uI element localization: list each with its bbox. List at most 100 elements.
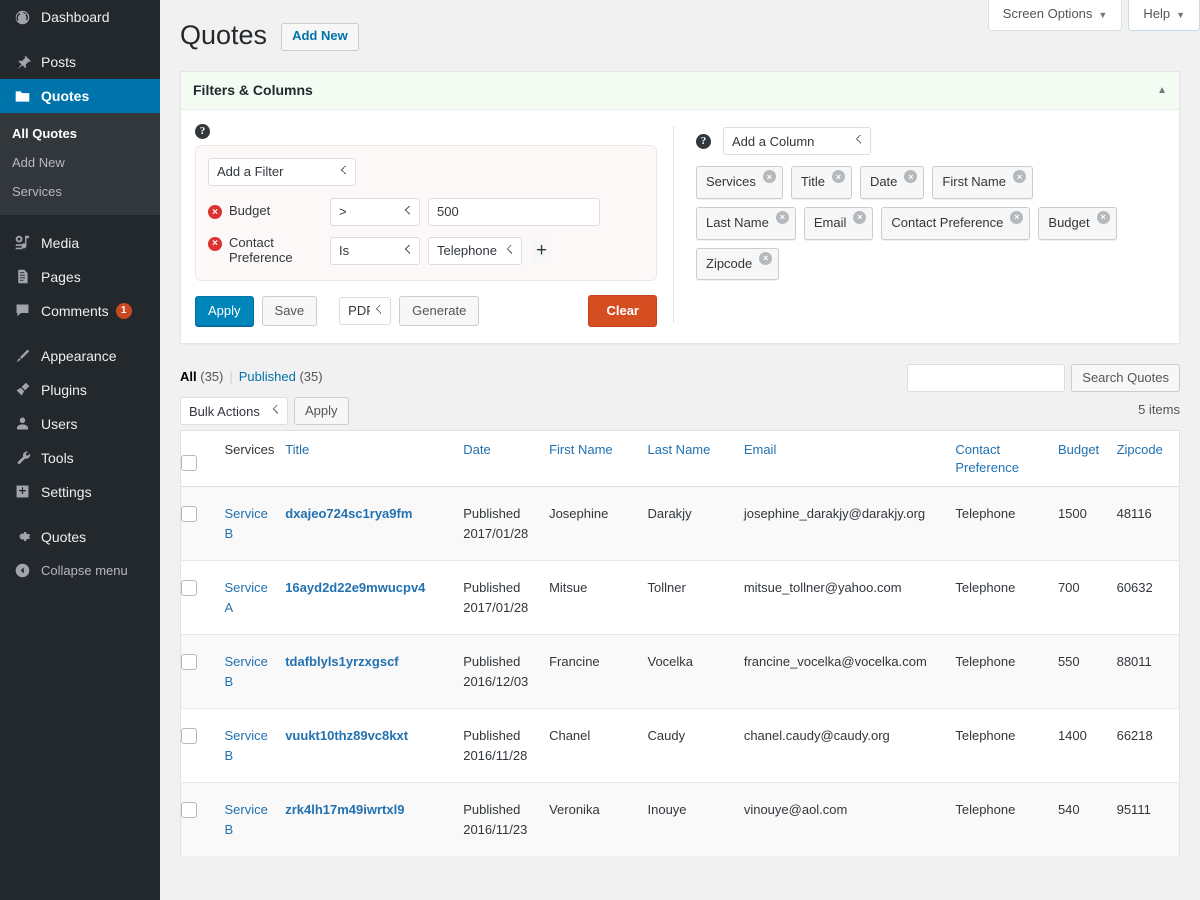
sidebar-item-posts[interactable]: Posts — [0, 45, 160, 79]
column-header-zipcode[interactable]: Zipcode — [1116, 430, 1180, 488]
column-tag[interactable]: Services × — [696, 166, 783, 200]
column-tag[interactable]: Email × — [803, 207, 874, 240]
sidebar-item-quotes[interactable]: Quotes — [0, 79, 168, 113]
search-submit-button[interactable]: Search Quotes — [1071, 364, 1180, 393]
cell-services[interactable]: Service B — [224, 708, 286, 783]
column-tag[interactable]: Last Name × — [696, 207, 796, 240]
column-header-label[interactable]: Contact Preference — [955, 442, 1019, 475]
column-header-contact-preference[interactable]: Contact Preference — [955, 430, 1058, 488]
cell-title-link[interactable]: tdafblyls1yrzxgscf — [285, 654, 398, 669]
row-checkbox[interactable] — [181, 728, 197, 745]
view-label[interactable]: All — [180, 369, 197, 384]
cell-services[interactable]: Service B — [224, 486, 286, 561]
sidebar-item-plugins[interactable]: Plugins — [0, 373, 160, 407]
columns-help-icon[interactable]: ? — [696, 133, 711, 149]
remove-column-icon[interactable]: × — [762, 170, 776, 184]
sidebar-item-appearance[interactable]: Appearance — [0, 339, 160, 373]
cell-services-link[interactable]: Service B — [224, 654, 267, 689]
submenu-item-all-quotes[interactable]: All Quotes — [0, 120, 160, 149]
add-filter-select[interactable]: Add a Filter — [208, 157, 356, 186]
search-input[interactable] — [907, 364, 1066, 393]
cell-title[interactable]: dxajeo724sc1rya9fm — [285, 486, 464, 561]
column-header-title[interactable]: Title — [285, 430, 464, 488]
filters-columns-header[interactable]: Filters & Columns ▲ — [181, 71, 1179, 111]
cell-services-link[interactable]: Service B — [224, 802, 267, 837]
row-checkbox[interactable] — [181, 802, 197, 819]
remove-column-icon[interactable]: × — [1096, 211, 1110, 225]
row-checkbox[interactable] — [181, 654, 197, 671]
view-link-published[interactable]: Published (35) — [239, 364, 323, 390]
remove-column-icon[interactable]: × — [775, 211, 789, 225]
remove-filter-icon[interactable]: × — [208, 236, 222, 251]
cell-services-link[interactable]: Service A — [224, 580, 267, 615]
column-header-last-name[interactable]: Last Name — [647, 430, 744, 488]
column-header-label[interactable]: Zipcode — [1117, 442, 1163, 457]
column-header-date[interactable]: Date — [463, 430, 550, 488]
sidebar-item-settings[interactable]: Settings — [0, 475, 160, 509]
collapse-toggle-icon[interactable]: ▲ — [1157, 85, 1167, 96]
remove-column-icon[interactable]: × — [831, 170, 845, 184]
cell-title[interactable]: zrk4lh17m49iwrtxl9 — [285, 782, 464, 857]
table-row[interactable]: Service B vuukt10thz89vc8kxt Published 2016… — [180, 708, 1180, 783]
view-label[interactable]: Published — [239, 369, 296, 384]
column-tag[interactable]: Date × — [859, 166, 925, 200]
filters-help-icon[interactable]: ? — [195, 123, 210, 139]
sidebar-item-pages[interactable]: Pages — [0, 260, 160, 294]
cell-title[interactable]: tdafblyls1yrzxgscf — [285, 634, 464, 709]
table-row[interactable]: Service B zrk4lh17m49iwrtxl9 Published 2016… — [180, 782, 1180, 857]
cell-services[interactable]: Service B — [224, 634, 286, 709]
export-format-select[interactable]: PDF — [339, 296, 392, 325]
column-header-budget[interactable]: Budget — [1057, 430, 1117, 488]
column-header-label[interactable]: Date — [463, 442, 490, 457]
view-link-all[interactable]: All (35) — [180, 364, 223, 390]
cell-services[interactable]: Service A — [224, 560, 286, 635]
cell-services-link[interactable]: Service B — [224, 506, 267, 541]
cell-title[interactable]: vuukt10thz89vc8kxt — [285, 708, 464, 783]
sidebar-item-quotes-settings[interactable]: Quotes — [0, 520, 160, 554]
sidebar-item-dashboard[interactable]: Dashboard — [0, 0, 160, 34]
table-row[interactable]: Service B dxajeo724sc1rya9fm Published 2017… — [180, 486, 1180, 561]
cell-services[interactable]: Service B — [224, 782, 286, 857]
bulk-apply-button[interactable]: Apply — [294, 396, 349, 426]
cell-services-link[interactable]: Service B — [224, 728, 267, 763]
add-new-button[interactable]: Add New — [281, 23, 359, 51]
column-header-first-name[interactable]: First Name — [549, 430, 648, 488]
column-header-label[interactable]: Last Name — [648, 442, 711, 457]
remove-column-icon[interactable]: × — [853, 211, 867, 225]
column-tag[interactable]: Contact Preference × — [881, 207, 1031, 240]
sidebar-item-comments[interactable]: Comments 1 — [0, 294, 160, 328]
add-filter-row-button[interactable]: + — [532, 239, 552, 263]
sidebar-item-media[interactable]: Media — [0, 226, 160, 260]
save-filters-button[interactable]: Save — [261, 295, 318, 327]
screen-options-button[interactable]: Screen Options ▼ — [987, 0, 1123, 31]
submenu-item-add-new[interactable]: Add New — [0, 149, 160, 178]
column-tag[interactable]: Zipcode × — [696, 247, 780, 281]
help-button[interactable]: Help ▼ — [1128, 0, 1200, 31]
row-checkbox[interactable] — [181, 580, 197, 597]
cell-title-link[interactable]: zrk4lh17m49iwrtxl9 — [285, 802, 404, 817]
remove-column-icon[interactable]: × — [759, 251, 773, 265]
cell-title-link[interactable]: vuukt10thz89vc8kxt — [285, 728, 408, 743]
sidebar-item-users[interactable]: Users — [0, 407, 160, 441]
remove-column-icon[interactable]: × — [904, 170, 918, 184]
column-header-label[interactable]: Email — [744, 442, 777, 457]
table-row[interactable]: Service B tdafblyls1yrzxgscf Published 2016… — [180, 634, 1180, 709]
filter-operator-select[interactable]: > — [330, 197, 420, 226]
sidebar-item-tools[interactable]: Tools — [0, 441, 160, 475]
column-tag[interactable]: Budget × — [1038, 207, 1117, 240]
bulk-actions-select[interactable]: Bulk Actions — [180, 397, 288, 426]
table-row[interactable]: Service A 16ayd2d22e9mwucpv4 Published 2017… — [180, 560, 1180, 635]
filter-value-input[interactable] — [428, 197, 600, 226]
submenu-item-services[interactable]: Services — [0, 178, 160, 207]
select-all-checkbox[interactable] — [181, 455, 197, 472]
remove-filter-icon[interactable]: × — [208, 205, 222, 220]
filter-value-select[interactable]: Telephone — [428, 236, 522, 265]
remove-column-icon[interactable]: × — [1012, 170, 1026, 184]
column-header-label[interactable]: First Name — [549, 442, 613, 457]
column-header-label[interactable]: Budget — [1058, 442, 1099, 457]
cell-title[interactable]: 16ayd2d22e9mwucpv4 — [285, 560, 464, 635]
apply-filters-button[interactable]: Apply — [195, 295, 254, 327]
filter-operator-select[interactable]: Is — [330, 236, 420, 265]
column-header-email[interactable]: Email — [743, 430, 956, 488]
row-checkbox[interactable] — [181, 506, 197, 523]
